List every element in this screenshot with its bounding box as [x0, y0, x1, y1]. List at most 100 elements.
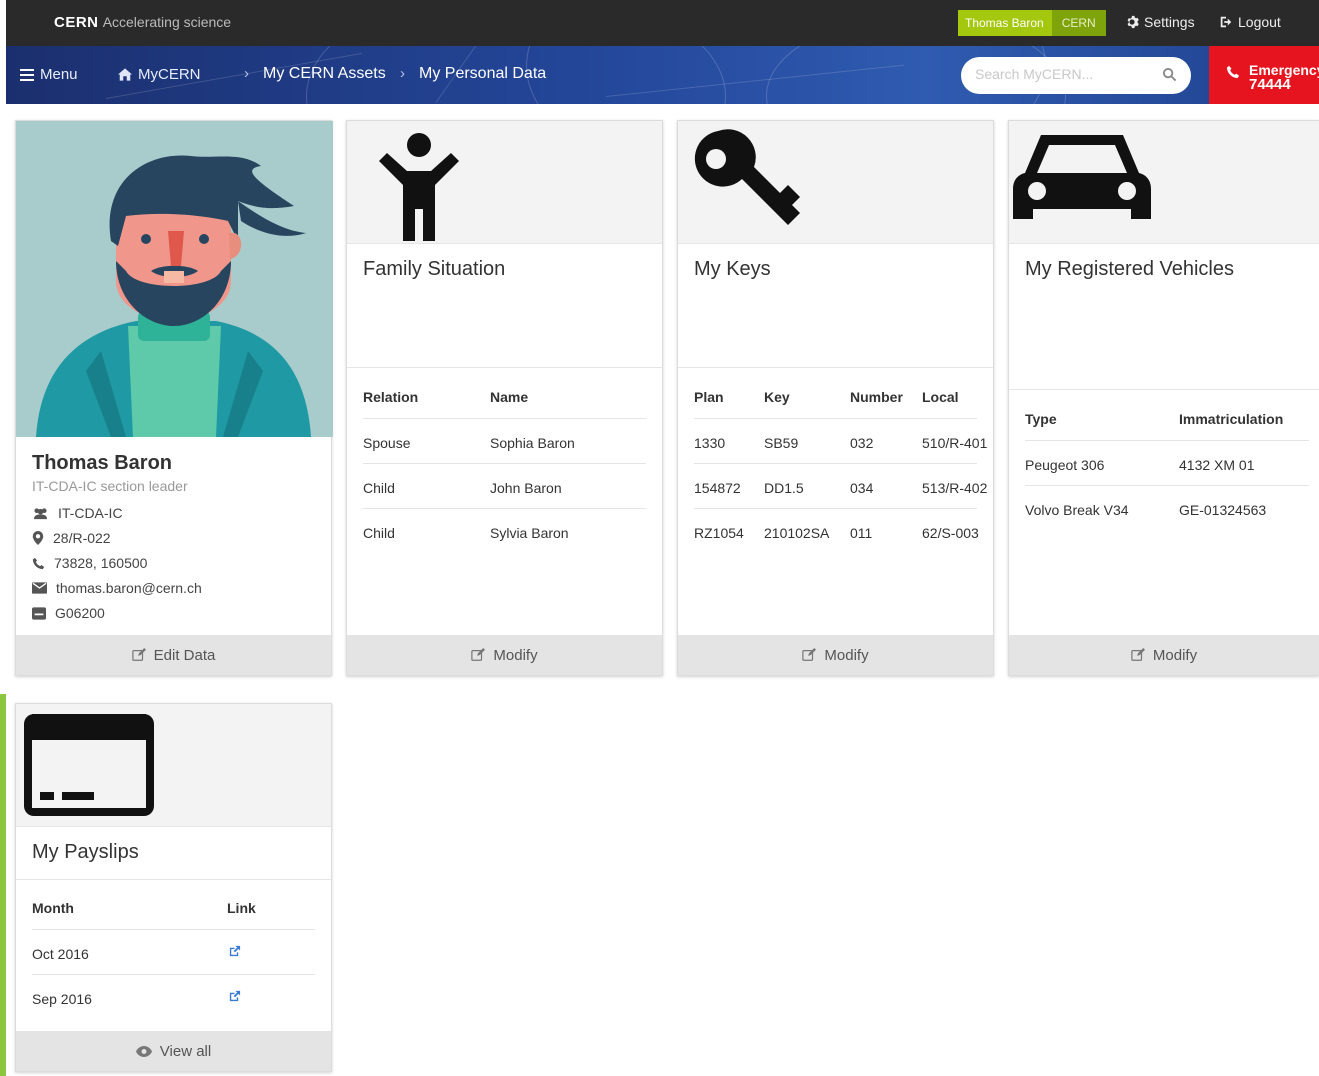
key-plan: 154872 — [694, 480, 741, 496]
key-plan: 1330 — [694, 435, 726, 451]
external-link-icon[interactable] — [228, 945, 241, 958]
id-card-icon — [32, 606, 46, 620]
logout-label: Logout — [1238, 14, 1281, 30]
table-header-row: Relation Name — [363, 371, 646, 419]
family-table: Relation Name Spouse Sophia Baron Child … — [363, 371, 646, 554]
payslips-hero — [16, 704, 331, 826]
header-month: Month — [32, 900, 74, 916]
key-local: 513/R-402 — [922, 480, 988, 496]
table-row: 1330 SB59 032 510/R-401 — [694, 419, 987, 464]
breadcrumb-separator: › — [400, 65, 405, 82]
user-name[interactable]: Thomas Baron — [958, 10, 1052, 36]
family-relation: Child — [363, 480, 395, 496]
payslip-month: Oct 2016 — [32, 946, 89, 962]
envelope-icon — [32, 582, 47, 594]
family-card: Family Situation Relation Name Spouse So… — [346, 120, 663, 676]
key-local: 510/R-401 — [922, 435, 988, 451]
breadcrumb-personal-data[interactable]: My Personal Data — [419, 65, 546, 83]
profile-group: IT-CDA-IC — [32, 505, 123, 521]
search-input[interactable] — [975, 66, 1155, 82]
users-icon — [34, 507, 47, 519]
family-member-name: Sophia Baron — [490, 435, 575, 451]
external-link-icon[interactable] — [228, 990, 241, 1003]
profile-email[interactable]: thomas.baron@cern.ch — [32, 580, 202, 596]
edit-data-button[interactable]: Edit Data — [16, 635, 331, 675]
family-member-name: John Baron — [490, 480, 562, 496]
vehicle-type: Peugeot 306 — [1025, 457, 1105, 473]
profile-office: 28/R-022 — [32, 530, 111, 546]
logout-icon — [1220, 16, 1232, 28]
nav-bar: Menu MyCERN › My CERN Assets › My Person… — [6, 46, 1319, 104]
credit-card-icon — [24, 714, 154, 816]
edit-data-label: Edit Data — [153, 646, 216, 664]
keys-modify-button[interactable]: Modify — [678, 635, 993, 675]
edit-icon — [131, 648, 146, 661]
vehicles-hero — [1009, 121, 1319, 243]
child-icon — [379, 133, 459, 241]
vehicles-modify-button[interactable]: Modify — [1009, 635, 1319, 675]
table-row: RZ1054 210102SA 011 62/S-003 — [694, 509, 979, 554]
family-member-name: Sylvia Baron — [490, 525, 569, 541]
map-marker-icon — [32, 531, 44, 545]
payslips-card: My Payslips Month Link Oct 2016 Sep 2016… — [15, 703, 332, 1072]
key-key: 210102SA — [764, 525, 830, 541]
key-number: 032 — [850, 435, 874, 451]
family-hero — [347, 121, 662, 243]
profile-email-text[interactable]: thomas.baron@cern.ch — [56, 580, 202, 596]
home-link[interactable]: MyCERN — [118, 66, 201, 83]
table-row: 154872 DD1.5 034 513/R-402 — [694, 464, 987, 509]
header-link: Link — [227, 900, 256, 916]
edit-icon — [471, 648, 486, 661]
hamburger-icon — [20, 68, 34, 81]
profile-card: Thomas Baron IT-CDA-IC section leader IT… — [15, 120, 333, 676]
header-type: Type — [1025, 411, 1057, 427]
left-edge-strip — [0, 104, 6, 1076]
vehicles-title: My Registered Vehicles — [1025, 258, 1234, 280]
breadcrumb-assets[interactable]: My CERN Assets — [263, 65, 386, 83]
header-immatriculation: Immatriculation — [1179, 411, 1284, 427]
settings-link[interactable]: Settings — [1125, 14, 1195, 30]
search-icon[interactable] — [1162, 67, 1177, 82]
key-icon — [694, 129, 800, 225]
emergency-button[interactable]: Emergency 74444 — [1209, 46, 1319, 104]
cern-brand[interactable]: CERN Accelerating science — [54, 14, 231, 31]
logout-link[interactable]: Logout — [1219, 14, 1281, 30]
home-icon — [118, 68, 132, 81]
modify-label: Modify — [824, 646, 869, 664]
table-row: Child Sylvia Baron — [363, 509, 646, 554]
modify-label: Modify — [493, 646, 538, 664]
family-modify-button[interactable]: Modify — [347, 635, 662, 675]
table-row: Peugeot 306 4132 XM 01 — [1025, 441, 1309, 486]
profile-phone: 73828, 160500 — [32, 555, 147, 571]
edit-icon — [802, 648, 817, 661]
brand-name: CERN — [54, 14, 99, 31]
profile-role: IT-CDA-IC section leader — [32, 478, 188, 494]
profile-phone-text: 73828, 160500 — [54, 555, 148, 571]
profile-name: Thomas Baron — [32, 452, 173, 474]
settings-label: Settings — [1144, 14, 1195, 30]
keys-table: Plan Key Number Local 1330 SB59 032 510/… — [694, 371, 987, 554]
view-all-button[interactable]: View all — [16, 1031, 331, 1071]
menu-button[interactable]: Menu — [20, 66, 78, 83]
car-icon — [1013, 135, 1151, 219]
key-plan: RZ1054 — [694, 525, 744, 541]
user-pill[interactable]: Thomas Baron CERN — [958, 10, 1106, 36]
vehicles-table: Type Immatriculation Peugeot 306 4132 XM… — [1025, 393, 1309, 531]
search-box[interactable] — [961, 57, 1191, 94]
header-key: Key — [764, 389, 790, 405]
profile-card-id: G06200 — [32, 605, 105, 621]
payslips-title: My Payslips — [32, 841, 139, 863]
modify-label: Modify — [1152, 646, 1198, 664]
phone-icon — [32, 557, 45, 569]
profile-card-id-text: G06200 — [55, 605, 105, 621]
keys-card: My Keys Plan Key Number Local 1330 SB59 … — [677, 120, 994, 676]
keys-title: My Keys — [694, 258, 771, 280]
phone-icon — [1226, 65, 1240, 79]
table-header-row: Month Link — [32, 882, 315, 930]
table-row: Child John Baron — [363, 464, 646, 509]
vehicles-card: My Registered Vehicles Type Immatriculat… — [1008, 120, 1319, 676]
family-relation: Spouse — [363, 435, 411, 451]
eye-icon — [135, 1045, 152, 1057]
user-org[interactable]: CERN — [1051, 10, 1106, 36]
table-row: Spouse Sophia Baron — [363, 419, 646, 464]
